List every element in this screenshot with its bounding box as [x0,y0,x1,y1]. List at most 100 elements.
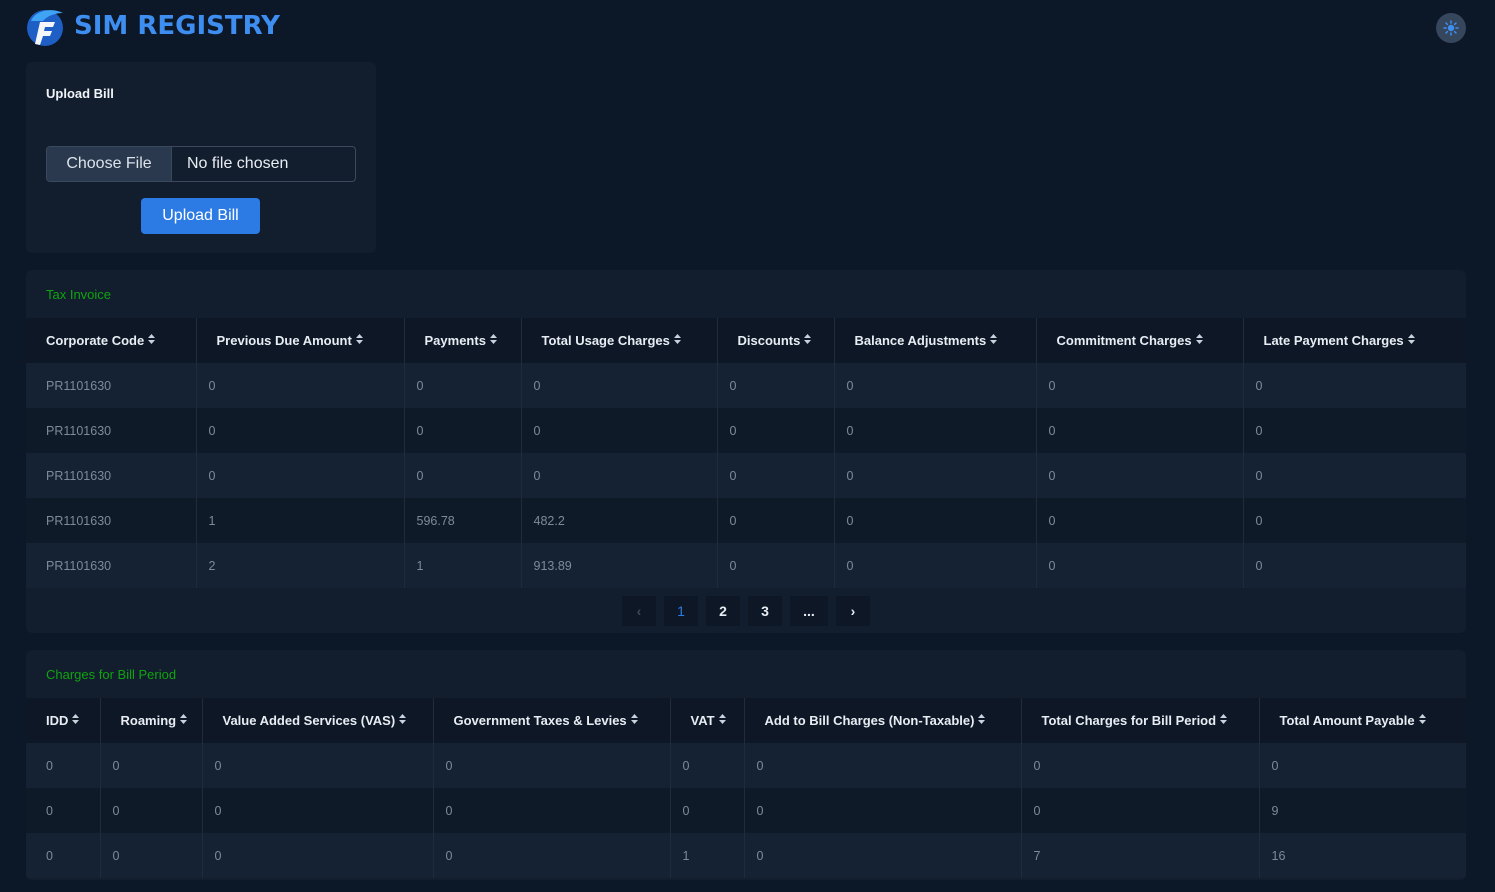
table-cell-discounts: 0 [717,363,835,408]
choose-file-button[interactable]: Choose File [47,147,172,181]
column-header-label: Previous Due Amount [216,333,352,348]
column-header-label: Discounts [737,333,801,348]
sort-icon[interactable] [990,334,998,346]
f-logo-icon[interactable] [25,7,67,47]
sort-icon[interactable] [180,714,188,726]
column-header-total-charges-for-bill-period[interactable]: Total Charges for Bill Period [1021,698,1260,743]
column-header-value-added-services-vas[interactable]: Value Added Services (VAS) [202,698,434,743]
theme-toggle-button[interactable] [1436,13,1466,43]
sort-icon[interactable] [148,334,156,346]
charges-table: IDD Roaming Value Added Services (VAS) Gove… [26,698,1466,878]
column-header-label: Total Charges for Bill Period [1041,713,1217,728]
table-cell-corporate-code: PR1101630 [26,408,197,453]
table-cell-discounts: 0 [717,498,835,543]
sort-icon[interactable] [72,714,80,726]
table-cell-late-payment-charges: 0 [1243,498,1466,543]
table-cell-total-usage-charges: 913.89 [521,543,718,588]
column-header-discounts[interactable]: Discounts [717,318,835,363]
column-header-previous-due-amount[interactable]: Previous Due Amount [196,318,405,363]
table-cell-late-payment-charges: 0 [1243,363,1466,408]
table-cell-total-usage-charges: 0 [521,453,718,498]
column-header-payments[interactable]: Payments [404,318,522,363]
sort-icon[interactable] [978,714,986,726]
table-cell-value-added-services-vas: 0 [202,788,434,833]
tax-invoice-card: Tax Invoice Corporate Code Previous Due A… [26,270,1466,633]
sort-icon[interactable] [804,334,812,346]
sort-icon[interactable] [1407,334,1415,346]
column-header-label: Late Payment Charges [1263,333,1404,348]
table-cell-balance-adjustments: 0 [834,363,1037,408]
sort-icon[interactable] [673,334,681,346]
column-header-label: IDD [46,713,69,728]
table-cell-commitment-charges: 0 [1036,543,1244,588]
table-cell-discounts: 0 [717,543,835,588]
column-header-label: Total Usage Charges [541,333,670,348]
sort-icon[interactable] [718,714,726,726]
table-cell-roaming: 0 [100,788,203,833]
column-header-idd[interactable]: IDD [26,698,101,743]
table-cell-balance-adjustments: 0 [834,543,1037,588]
tax-invoice-table: Corporate Code Previous Due Amount Payment… [26,318,1466,588]
table-cell-payments: 1 [404,543,522,588]
sort-icon[interactable] [1418,714,1426,726]
table-cell-previous-due-amount: 2 [196,543,405,588]
file-input[interactable]: Choose File No file chosen [46,146,356,182]
table-cell-total-amount-payable: 0 [1259,743,1466,788]
table-row: PR1101630 1 596.78 482.2 0 0 0 0 [26,498,1466,543]
sort-icon[interactable] [355,334,363,346]
table-cell-government-taxes-levies: 0 [433,833,671,878]
sort-icon[interactable] [399,714,407,726]
page-3-button[interactable]: 3 [748,595,782,626]
column-header-roaming[interactable]: Roaming [100,698,203,743]
prev-page-button[interactable]: ‹ [622,595,656,626]
table-cell-idd: 0 [26,743,101,788]
ellipsis-page-button[interactable]: ... [790,595,828,626]
sort-icon[interactable] [489,334,497,346]
column-header-total-amount-payable[interactable]: Total Amount Payable [1259,698,1466,743]
table-row: 0 0 0 0 1 0 7 16 [26,833,1466,878]
table-cell-add-to-bill-charges-non-taxable: 0 [744,743,1022,788]
table-cell-corporate-code: PR1101630 [26,453,197,498]
upload-bill-button[interactable]: Upload Bill [141,198,260,234]
table-cell-add-to-bill-charges-non-taxable: 0 [744,833,1022,878]
column-header-balance-adjustments[interactable]: Balance Adjustments [834,318,1037,363]
column-header-government-taxes-levies[interactable]: Government Taxes & Levies [433,698,671,743]
table-cell-vat: 0 [670,743,745,788]
charges-title: Charges for Bill Period [46,666,177,682]
page-2-button[interactable]: 2 [706,595,740,626]
table-cell-value-added-services-vas: 0 [202,833,434,878]
column-header-vat[interactable]: VAT [670,698,745,743]
page-1-button[interactable]: 1 [664,595,698,626]
table-cell-late-payment-charges: 0 [1243,408,1466,453]
table-cell-payments: 0 [404,408,522,453]
table-cell-value-added-services-vas: 0 [202,743,434,788]
sort-icon[interactable] [1195,334,1203,346]
column-header-add-to-bill-charges-non-taxable[interactable]: Add to Bill Charges (Non-Taxable) [744,698,1022,743]
table-cell-roaming: 0 [100,743,203,788]
table-cell-total-charges-for-bill-period: 7 [1021,833,1260,878]
table-cell-corporate-code: PR1101630 [26,363,197,408]
column-header-commitment-charges[interactable]: Commitment Charges [1036,318,1244,363]
column-header-label: Add to Bill Charges (Non-Taxable) [764,713,975,728]
table-cell-payments: 0 [404,453,522,498]
table-row: PR1101630 0 0 0 0 0 0 0 [26,453,1466,498]
column-header-late-payment-charges[interactable]: Late Payment Charges [1243,318,1466,363]
sort-icon[interactable] [1220,714,1228,726]
column-header-corporate-code[interactable]: Corporate Code [26,318,197,363]
table-cell-roaming: 0 [100,833,203,878]
table-cell-previous-due-amount: 1 [196,498,405,543]
table-cell-total-amount-payable: 16 [1259,833,1466,878]
next-page-button[interactable]: › [836,595,870,626]
table-cell-vat: 0 [670,788,745,833]
column-header-label: Government Taxes & Levies [453,713,627,728]
table-row: 00000000 [26,743,1466,788]
table-cell-add-to-bill-charges-non-taxable: 0 [744,788,1022,833]
top-bar: SIM REGISTRY [0,0,1495,56]
table-cell-late-payment-charges: 0 [1243,543,1466,588]
table-cell-commitment-charges: 0 [1036,363,1244,408]
column-header-label: VAT [690,713,715,728]
table-cell-balance-adjustments: 0 [834,453,1037,498]
column-header-total-usage-charges[interactable]: Total Usage Charges [521,318,718,363]
sort-icon[interactable] [630,714,638,726]
file-status-text: No file chosen [187,155,289,172]
